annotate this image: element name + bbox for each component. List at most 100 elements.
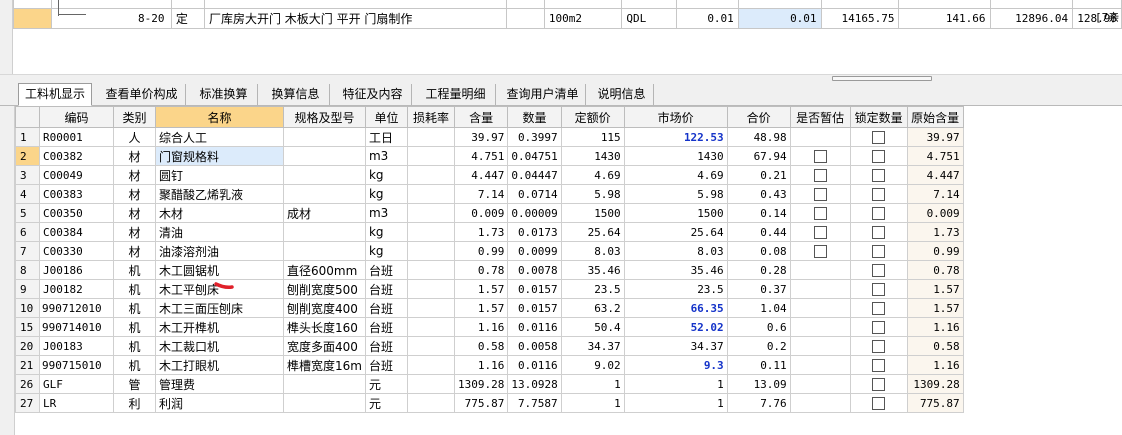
row-number[interactable]: 8 <box>15 260 40 280</box>
cell-quota-price[interactable]: 8.03 <box>560 241 625 261</box>
cell-total[interactable]: 0.21 <box>726 165 791 185</box>
cell-content[interactable]: 1.16 <box>453 355 509 375</box>
cell-qty[interactable]: 0.0116 <box>507 355 562 375</box>
cell-loss[interactable] <box>406 279 455 299</box>
cell-lock-qty[interactable] <box>849 184 908 204</box>
tab-description-info[interactable]: 说明信息 <box>590 84 654 105</box>
tab-standard-conversion[interactable]: 标准换算 <box>190 84 258 105</box>
cell-code[interactable]: C00384 <box>39 222 114 242</box>
cell-content[interactable]: 1309.28 <box>453 374 509 394</box>
cell-content[interactable]: 0.99 <box>453 241 509 261</box>
col-header-lock-qty[interactable]: 锁定数量 <box>849 106 908 128</box>
cell-spec[interactable]: 榫头长度160 <box>283 317 366 337</box>
cell-lock-qty[interactable] <box>849 336 908 356</box>
tab-labor-material-machine[interactable]: 工料机显示 <box>18 83 92 106</box>
cell-qty[interactable]: 0.0173 <box>507 222 562 242</box>
cell-quota-price[interactable]: 1 <box>560 393 625 413</box>
cell-loss[interactable] <box>406 127 455 147</box>
cell-code[interactable]: LR <box>39 393 114 413</box>
cell-unit[interactable]: 台班 <box>364 298 408 318</box>
cell-unit[interactable]: 台班 <box>364 336 408 356</box>
cell-market-price[interactable]: 35.46 <box>623 260 728 280</box>
cell-quota-price[interactable]: 5.98 <box>560 184 625 204</box>
cell-loss[interactable] <box>406 317 455 337</box>
cell-content[interactable]: 4.751 <box>453 146 509 166</box>
row-number[interactable]: 1 <box>15 127 40 147</box>
cell-category[interactable]: 材 <box>113 165 156 185</box>
cell-category[interactable]: 管 <box>113 374 156 394</box>
cell-market-price[interactable]: 9.3 <box>623 355 728 375</box>
cell-unit[interactable]: kg <box>364 222 408 242</box>
cell-lock-qty[interactable] <box>849 374 908 394</box>
cell-unit[interactable]: kg <box>364 165 408 185</box>
provisional-checkbox[interactable] <box>813 150 827 163</box>
cell-quota-price[interactable]: 1500 <box>560 203 625 223</box>
table-row[interactable]: 7 C00330 材油漆溶剂油 kg 0.99 0.0099 8.03 8.03 0.08 0.9… <box>15 241 964 261</box>
lock-qty-checkbox[interactable] <box>872 169 886 182</box>
cell-loss[interactable] <box>406 203 455 223</box>
cell-content[interactable]: 1.57 <box>453 298 509 318</box>
col-header-content[interactable]: 含量 <box>453 106 509 128</box>
splitter-grip[interactable] <box>832 76 932 81</box>
cell-loss[interactable] <box>406 222 455 242</box>
cell-provisional[interactable] <box>789 222 851 242</box>
cell-lock-qty[interactable] <box>849 203 908 223</box>
lock-qty-checkbox[interactable] <box>872 150 886 163</box>
lock-qty-checkbox[interactable] <box>872 397 886 410</box>
cell-quota-price[interactable]: 63.2 <box>560 298 625 318</box>
cell-spec[interactable] <box>283 184 366 204</box>
tab-quantity-details[interactable]: 工程量明细 <box>416 84 496 105</box>
lock-qty-checkbox[interactable] <box>872 188 886 201</box>
cell-spec[interactable] <box>283 146 366 166</box>
lock-qty-checkbox[interactable] <box>872 321 886 334</box>
row-number[interactable]: 26 <box>15 374 40 394</box>
cell-lock-qty[interactable] <box>849 127 908 147</box>
cell-spec[interactable] <box>283 165 366 185</box>
cell-qty[interactable]: 0.00009 <box>507 203 562 223</box>
cell-spec[interactable]: 宽度多面400 <box>283 336 366 356</box>
cell-quota-price[interactable]: 9.02 <box>560 355 625 375</box>
cell-category[interactable]: 机 <box>113 298 156 318</box>
table-row[interactable]: 27 LR 利利润元 775.87 7.7587 1 1 7.76 775.87 <box>15 393 964 413</box>
cell-total[interactable]: 0.2 <box>726 336 791 356</box>
cell-code[interactable]: C00049 <box>39 165 114 185</box>
row-number[interactable]: 15+ <box>15 317 40 337</box>
cell-loss[interactable] <box>406 336 455 356</box>
cell-total[interactable]: 7.76 <box>726 393 791 413</box>
cell-total[interactable]: 0.37 <box>726 279 791 299</box>
col-header-category[interactable]: 类别 <box>113 106 156 128</box>
cell-market-price[interactable]: 66.35 <box>623 298 728 318</box>
cell-content[interactable]: 1.16 <box>453 317 509 337</box>
cell-unit[interactable]: 台班 <box>364 260 408 280</box>
cell-quota-price[interactable]: 23.5 <box>560 279 625 299</box>
quota-row-selected[interactable]: 8-20 定 厂库房大开门 木板大门 平开 门扇制作 100m2 QDL 0.0… <box>13 8 1122 29</box>
cell-category[interactable]: 人 <box>113 127 156 147</box>
cell-qty[interactable]: 13.0928 <box>507 374 562 394</box>
lock-qty-checkbox[interactable] <box>872 283 886 296</box>
lock-qty-checkbox[interactable] <box>872 340 886 353</box>
provisional-checkbox[interactable] <box>813 207 827 220</box>
cell-total[interactable]: 13.09 <box>726 374 791 394</box>
cell-code[interactable]: 990714010 <box>39 317 114 337</box>
cell-total[interactable]: 67.94 <box>726 146 791 166</box>
cell-code[interactable]: J00186 <box>39 260 114 280</box>
cell-lock-qty[interactable] <box>849 260 908 280</box>
cell-market-price[interactable]: 8.03 <box>623 241 728 261</box>
cell-loss[interactable] <box>406 260 455 280</box>
cell-quota-price[interactable]: 4.69 <box>560 165 625 185</box>
cell-loss[interactable] <box>406 393 455 413</box>
table-row[interactable]: 6 C00384 材清油 kg 1.73 0.0173 25.64 25.64 0.44 1.73 <box>15 222 964 242</box>
splitter-bar[interactable] <box>0 74 1122 82</box>
cell-name[interactable]: 木工圆锯机 <box>155 260 284 280</box>
cell-qty[interactable]: 0.0099 <box>507 241 562 261</box>
cell-provisional[interactable] <box>789 165 851 185</box>
col-header-spec[interactable]: 规格及型号 <box>283 106 366 128</box>
cell-provisional[interactable] <box>789 146 851 166</box>
cell-qty[interactable]: 0.3997 <box>507 127 562 147</box>
cell-spec[interactable]: 榫槽宽度16m <box>283 355 366 375</box>
table-row[interactable]: 21+990715010机木工打眼机榫槽宽度16m台班1.160.01169.0… <box>15 355 964 375</box>
cell-unit[interactable]: 台班 <box>364 317 408 337</box>
cell-spec[interactable]: 刨削宽度400 <box>283 298 366 318</box>
cell-code[interactable]: C00330 <box>39 241 114 261</box>
col-header-loss[interactable]: 损耗率 <box>406 106 455 128</box>
